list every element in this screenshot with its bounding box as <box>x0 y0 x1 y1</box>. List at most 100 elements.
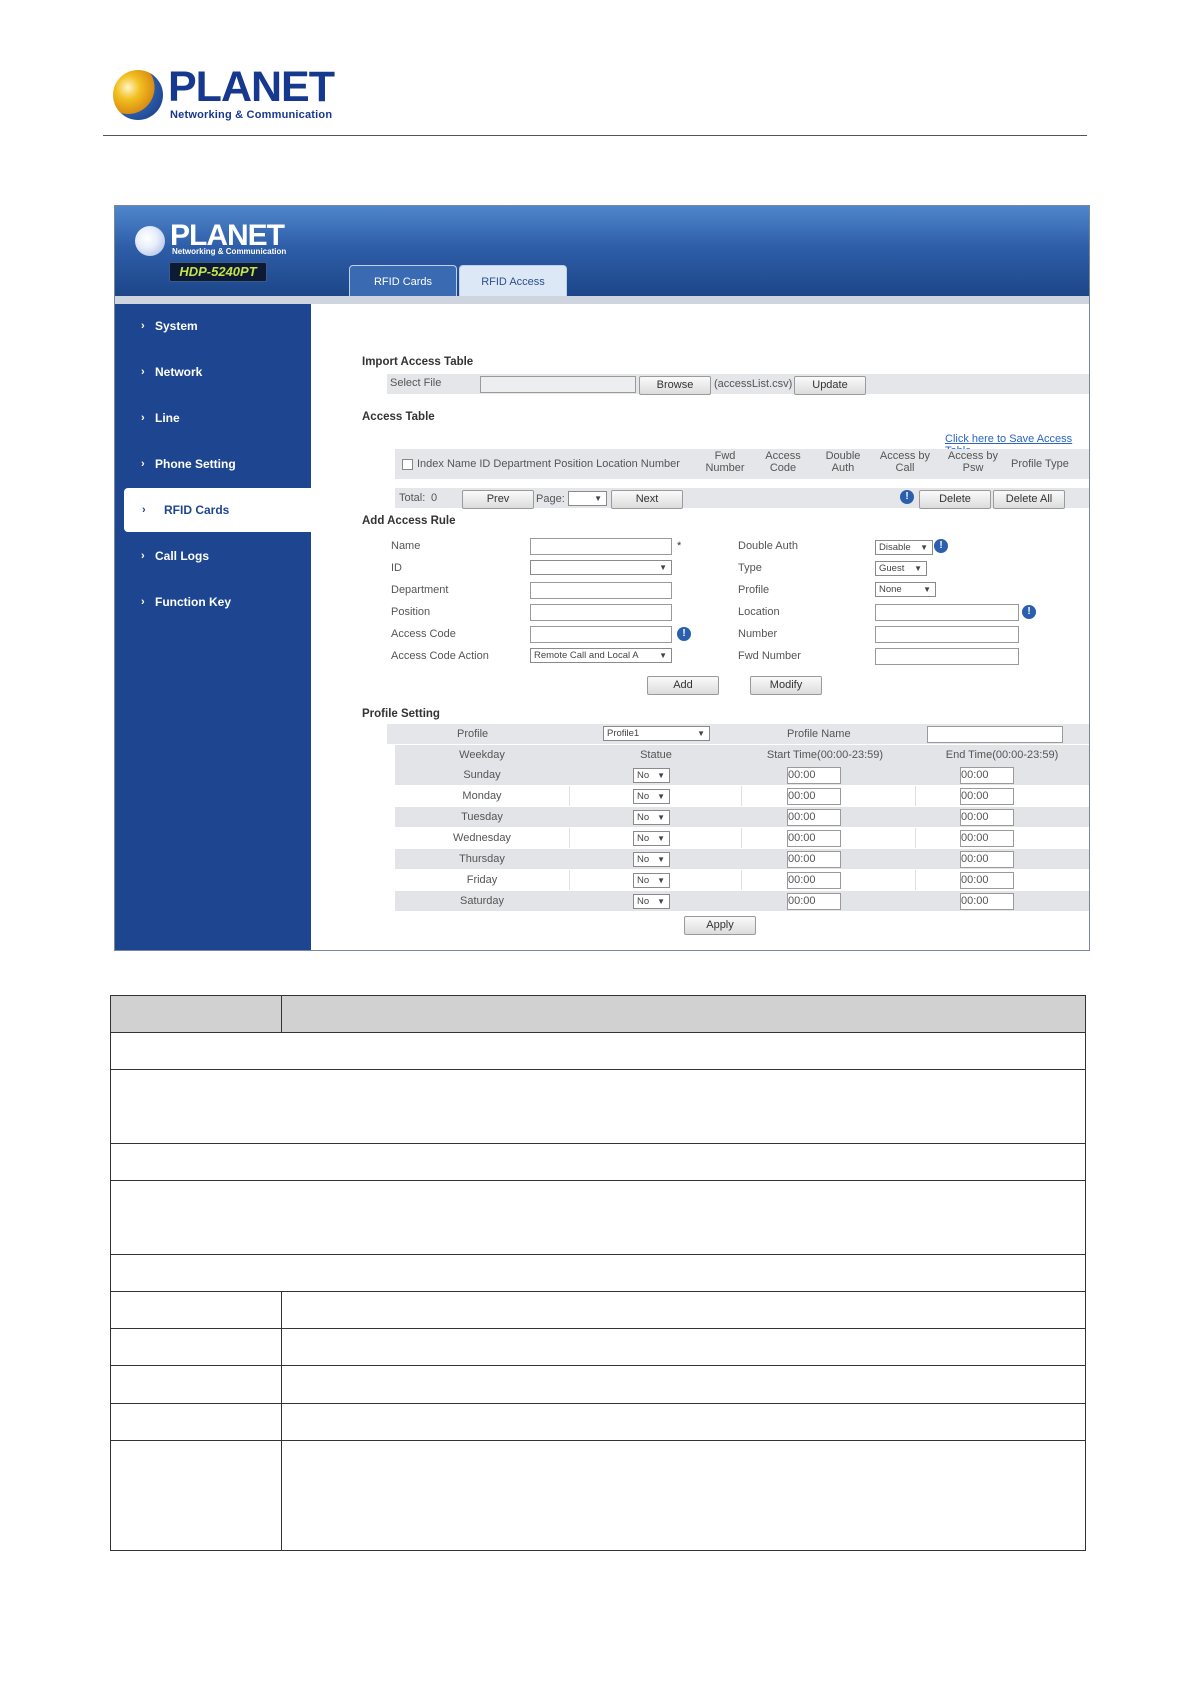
statue-select[interactable]: No ▼ <box>633 810 670 825</box>
import-section-title: Import Access Table <box>362 356 474 368</box>
end-time-input[interactable]: 00:00 <box>960 809 1014 826</box>
double-auth-select[interactable]: Disable ▼ <box>875 540 933 555</box>
dropdown-arrow-icon: ▼ <box>657 792 665 801</box>
end-time-input[interactable]: 00:00 <box>960 767 1014 784</box>
planet-logo-subtitle: Networking & Communication <box>170 109 333 121</box>
start-time-input[interactable]: 00:00 <box>787 830 841 847</box>
access-table-title: Access Table <box>362 411 435 423</box>
tab-rfid-cards[interactable]: RFID Cards <box>349 265 457 296</box>
location-input[interactable] <box>875 604 1019 621</box>
table-row: Wednesday No ▼ 00:00 00:00 <box>395 828 1089 848</box>
main-panel: Import Access Table Select File Browse (… <box>311 304 1089 950</box>
web-ui-screenshot: PLANET Networking & Communication HDP-52… <box>114 205 1090 951</box>
end-time-input[interactable]: 00:00 <box>960 830 1014 847</box>
cell-divider <box>915 870 916 890</box>
next-button[interactable]: Next <box>611 490 683 509</box>
browse-button[interactable]: Browse <box>639 376 711 395</box>
chevron-right-icon: › <box>141 458 145 470</box>
table-row <box>110 1404 1086 1441</box>
end-time-input[interactable]: 00:00 <box>960 788 1014 805</box>
department-input[interactable] <box>530 582 672 599</box>
dropdown-arrow-icon: ▼ <box>914 564 922 573</box>
profile-table-header: Weekday Statue Start Time(00:00-23:59) E… <box>395 745 1089 765</box>
statue-select[interactable]: No ▼ <box>633 852 670 867</box>
start-time-input[interactable]: 00:00 <box>787 767 841 784</box>
column-divider <box>281 1404 282 1440</box>
add-button[interactable]: Add <box>647 676 719 695</box>
type-select[interactable]: Guest ▼ <box>875 561 927 576</box>
name-label: Name <box>391 540 421 552</box>
profile-name-input[interactable] <box>927 726 1063 743</box>
planet-logo-icon <box>113 70 163 120</box>
number-input[interactable] <box>875 626 1019 643</box>
sidebar-item-call-logs[interactable]: › Call Logs <box>115 534 311 578</box>
end-time-input[interactable]: 00:00 <box>960 851 1014 868</box>
col-start-time: Start Time(00:00-23:59) <box>766 749 884 761</box>
statue-select[interactable]: No ▼ <box>633 768 670 783</box>
info-icon[interactable]: ! <box>900 490 914 504</box>
table-row: Thursday No ▼ 00:00 00:00 <box>395 849 1089 869</box>
dropdown-arrow-icon: ▼ <box>657 855 665 864</box>
sidebar-item-rfid-cards[interactable]: › RFID Cards <box>124 488 311 532</box>
start-time-input[interactable]: 00:00 <box>787 809 841 826</box>
modify-button[interactable]: Modify <box>750 676 822 695</box>
profile-select[interactable]: None ▼ <box>875 582 936 597</box>
select-all-checkbox[interactable] <box>402 459 413 470</box>
sidebar-item-system[interactable]: › System <box>115 304 311 348</box>
type-label: Type <box>738 562 762 574</box>
sidebar-item-function-key[interactable]: › Function Key <box>115 580 311 624</box>
start-time-input[interactable]: 00:00 <box>787 893 841 910</box>
add-rule-title: Add Access Rule <box>362 515 456 527</box>
fwd-number-label: Fwd Number <box>738 650 801 662</box>
sidebar-item-network[interactable]: › Network <box>115 350 311 394</box>
end-time-input[interactable]: 00:00 <box>960 893 1014 910</box>
end-time-input[interactable]: 00:00 <box>960 872 1014 889</box>
access-code-action-select[interactable]: Remote Call and Local A ▼ <box>530 648 672 663</box>
start-time-input[interactable]: 00:00 <box>787 788 841 805</box>
dropdown-arrow-icon: ▼ <box>657 897 665 906</box>
cell-divider <box>569 786 570 806</box>
delete-button[interactable]: Delete <box>919 490 991 509</box>
delete-all-button[interactable]: Delete All <box>993 490 1065 509</box>
model-badge: HDP-5240PT <box>169 262 267 282</box>
table-row <box>110 1366 1086 1404</box>
file-path-input[interactable] <box>480 376 636 393</box>
table-row <box>110 1144 1086 1181</box>
statue-select[interactable]: No ▼ <box>633 894 670 909</box>
fwd-number-input[interactable] <box>875 648 1019 665</box>
prev-button[interactable]: Prev <box>462 490 534 509</box>
statue-value: No <box>637 812 650 823</box>
statue-select[interactable]: No ▼ <box>633 789 670 804</box>
info-icon[interactable]: ! <box>1022 605 1036 619</box>
profile-name-label: Profile Name <box>787 728 851 740</box>
cell-divider <box>915 828 916 848</box>
info-icon[interactable]: ! <box>677 627 691 641</box>
cell-divider <box>569 870 570 890</box>
update-button[interactable]: Update <box>794 376 866 395</box>
name-input[interactable] <box>530 538 672 555</box>
sidebar-item-label: Network <box>155 365 203 379</box>
sidebar-item-line[interactable]: › Line <box>115 396 311 440</box>
start-time-input[interactable]: 00:00 <box>787 872 841 889</box>
profile-setting-select[interactable]: Profile1 ▼ <box>603 726 710 741</box>
position-input[interactable] <box>530 604 672 621</box>
profile-setting-profile-label: Profile <box>457 728 489 740</box>
col-access-code: Access Code <box>765 450 801 474</box>
info-icon[interactable]: ! <box>934 539 948 553</box>
statue-select[interactable]: No ▼ <box>633 873 670 888</box>
apply-button[interactable]: Apply <box>684 916 756 935</box>
page-select[interactable]: ▼ <box>568 491 607 506</box>
weekday-cell: Tuesday <box>461 811 503 823</box>
id-select[interactable]: ▼ <box>530 560 672 575</box>
id-label: ID <box>391 562 402 574</box>
tab-rfid-access[interactable]: RFID Access <box>459 265 567 296</box>
statue-select[interactable]: No ▼ <box>633 831 670 846</box>
profile-setting-title: Profile Setting <box>362 708 440 720</box>
dropdown-arrow-icon: ▼ <box>594 494 602 503</box>
access-code-input[interactable] <box>530 626 672 643</box>
start-time-input[interactable]: 00:00 <box>787 851 841 868</box>
dropdown-arrow-icon: ▼ <box>657 876 665 885</box>
sidebar-item-label: RFID Cards <box>164 503 230 517</box>
sidebar-item-phone-setting[interactable]: › Phone Setting <box>115 442 311 486</box>
page-label: Page: <box>536 493 565 505</box>
